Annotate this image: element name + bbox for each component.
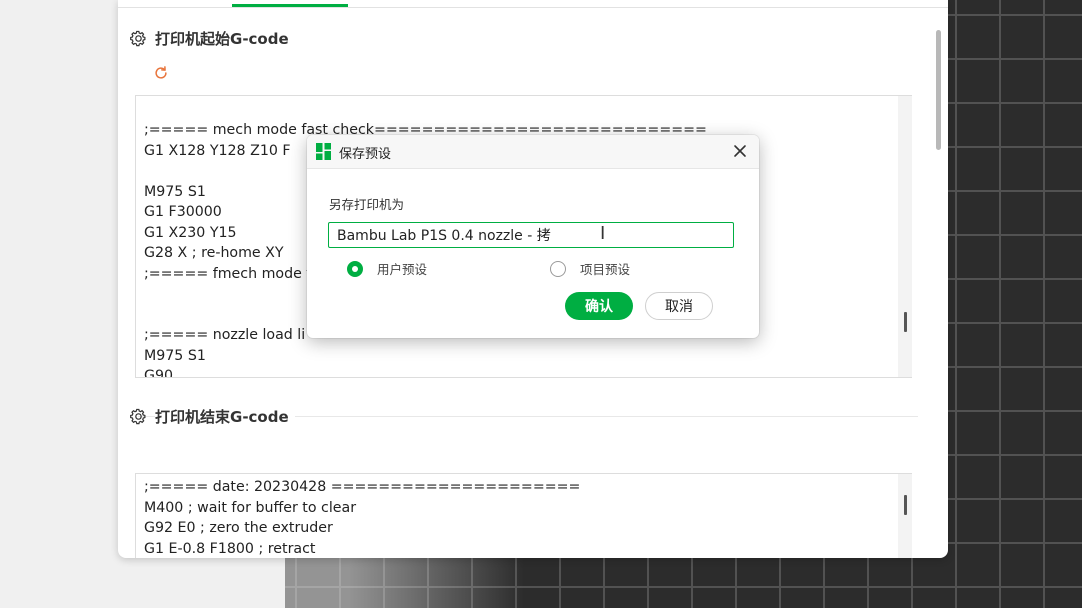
grid-fade — [285, 555, 1082, 608]
dialog-title: 保存预设 — [339, 147, 392, 162]
close-icon[interactable] — [732, 143, 748, 159]
start-gcode-scrollbar[interactable] — [898, 96, 912, 377]
cancel-button[interactable]: 取消 — [645, 292, 713, 320]
dialog-titlebar[interactable]: 保存预设 — [307, 135, 759, 169]
end-gcode-editor[interactable]: ;===== date: 20230428 ==================… — [135, 473, 912, 558]
code-line: G1 E-0.8 F1800 ; retract — [144, 540, 316, 557]
code-line: ;===== date: 20230428 ==================… — [144, 479, 581, 495]
code-line: M975 S1 — [144, 347, 206, 364]
radio-user-preset[interactable]: 用户预设 — [347, 259, 427, 278]
text-cursor-icon: I — [600, 223, 606, 244]
start-gcode-title-text: 打印机起始G-code — [155, 30, 289, 48]
code-line: G92 E0 ; zero the extruder — [144, 520, 333, 536]
tab-bar-border — [118, 7, 948, 8]
end-gcode-scrollbar[interactable] — [898, 474, 912, 558]
radio-project-indicator[interactable] — [550, 260, 566, 277]
end-gcode-section-title: 打印机结束G-code — [130, 406, 295, 427]
save-as-label: 另存打印机为 — [329, 197, 405, 212]
radio-user-label: 用户预设 — [377, 262, 428, 277]
radio-project-label: 项目预设 — [580, 262, 631, 277]
radio-user-indicator[interactable] — [347, 260, 363, 277]
reset-icon[interactable] — [152, 64, 170, 82]
preset-name-input[interactable] — [328, 222, 734, 248]
start-gcode-scroll-thumb[interactable] — [904, 312, 907, 332]
confirm-button[interactable]: 确认 — [565, 292, 633, 320]
gear-icon — [130, 30, 146, 47]
code-line: M400 ; wait for buffer to clear — [144, 499, 357, 516]
window-scrollbar[interactable] — [936, 30, 941, 150]
end-gcode-title-text: 打印机结束G-code — [155, 406, 295, 427]
start-gcode-section-title: 打印机起始G-code — [130, 28, 289, 49]
end-gcode-lines: ;===== date: 20230428 ==================… — [144, 477, 580, 558]
code-line: G90 — [144, 368, 174, 378]
save-preset-dialog: 保存预设 另存打印机为 I 用户预设 项目预设 确认 取消 — [307, 135, 759, 338]
radio-project-preset[interactable]: 项目预设 — [550, 259, 630, 278]
bambu-logo-icon — [316, 143, 331, 160]
gear-icon — [130, 408, 146, 425]
end-gcode-scroll-thumb[interactable] — [904, 495, 907, 515]
